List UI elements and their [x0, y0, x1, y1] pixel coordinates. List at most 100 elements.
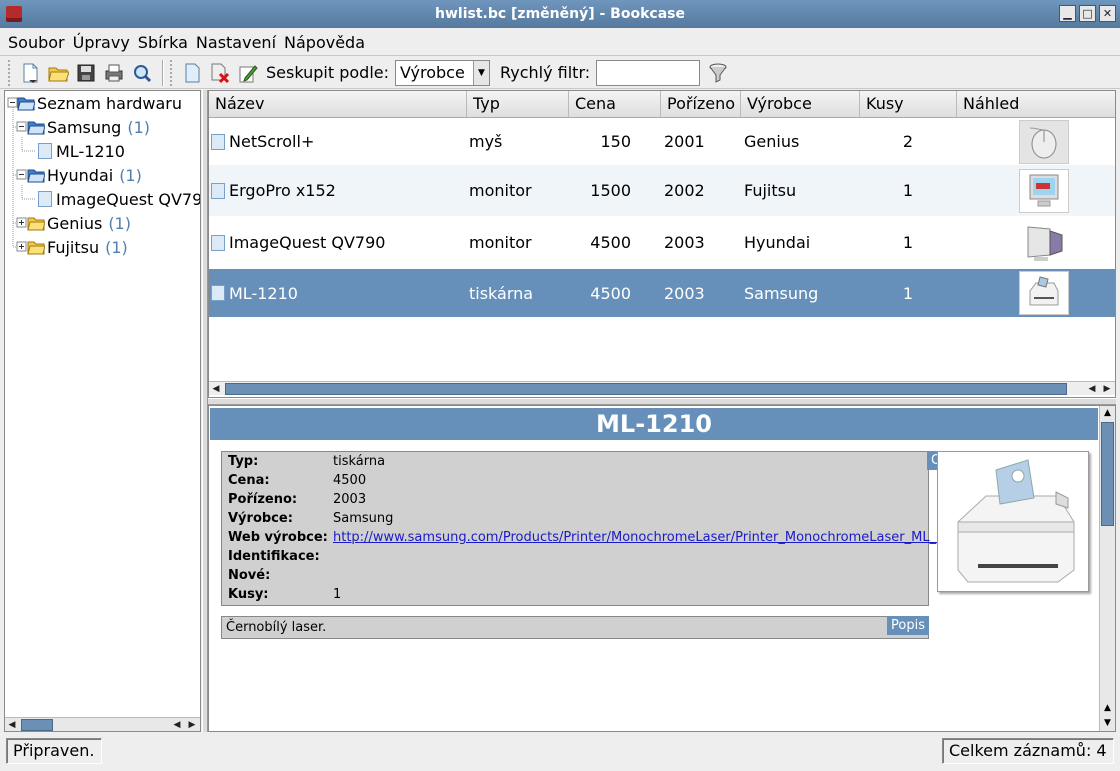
- tree-item-label: ML-1210: [56, 141, 125, 161]
- tree-group-hyundai[interactable]: Hyundai (1): [27, 163, 142, 187]
- table-header: Název Typ Cena Pořízeno Výrobce Kusy Náh…: [209, 91, 1115, 118]
- scroll-up-arrow[interactable]: ▲: [1100, 701, 1115, 715]
- scroll-down-arrow[interactable]: ▼: [1100, 716, 1115, 730]
- column-header-nazev[interactable]: Název: [209, 91, 467, 117]
- cell-thumbnail: [1019, 269, 1069, 317]
- toolbar-grip[interactable]: [8, 59, 12, 86]
- cell-maker: Hyundai: [744, 233, 811, 252]
- delete-entry-button[interactable]: [206, 60, 234, 86]
- tree-group-genius[interactable]: Genius (1): [27, 211, 131, 235]
- scroll-thumb[interactable]: [1101, 422, 1114, 526]
- scroll-right-arrow[interactable]: ▶: [185, 718, 199, 731]
- scroll-left-arrow[interactable]: ◀: [170, 718, 184, 731]
- new-entry-button[interactable]: [178, 60, 206, 86]
- save-button[interactable]: [72, 60, 100, 86]
- column-header-cena[interactable]: Cena: [569, 91, 661, 117]
- tree-item-label: ImageQuest QV790: [56, 189, 201, 209]
- detail-title: ML-1210: [210, 408, 1098, 440]
- search-magnifier-icon: [134, 64, 152, 82]
- tree-horizontal-scrollbar[interactable]: ◀ ◀ ▶: [5, 717, 200, 731]
- tree-group-fujitsu[interactable]: Fujitsu (1): [27, 235, 128, 259]
- description-section-tag: Popis: [887, 616, 929, 635]
- chevron-down-icon[interactable]: ▼: [473, 60, 489, 85]
- product-photo: [937, 451, 1089, 592]
- cell-type: monitor: [469, 181, 532, 200]
- scroll-thumb[interactable]: [225, 383, 1067, 395]
- field-row: Výrobce: Samsung: [228, 511, 394, 526]
- tree-group-count: (1): [119, 165, 142, 185]
- table-row-selected[interactable]: ML-1210 tiskárna 4500 2003 Samsung 1: [209, 269, 1115, 317]
- print-button[interactable]: [100, 60, 128, 86]
- cell-price: 4500: [590, 233, 631, 252]
- column-header-porizeno[interactable]: Pořízeno: [661, 91, 741, 117]
- table-row[interactable]: ErgoPro x152 monitor 1500 2002 Fujitsu 1: [209, 165, 1115, 216]
- scroll-up-arrow[interactable]: ▲: [1100, 406, 1115, 420]
- tree-group-label: Genius: [47, 213, 103, 233]
- printer-icon: [105, 64, 123, 81]
- manufacturer-web-link[interactable]: http://www.samsung.com/Products/Printer/…: [333, 530, 961, 545]
- horizontal-splitter[interactable]: [208, 398, 1116, 405]
- quick-filter-input[interactable]: [596, 59, 701, 86]
- menu-upravy[interactable]: Úpravy: [69, 33, 134, 52]
- delete-entry-icon: [211, 63, 230, 83]
- column-header-nahled[interactable]: Náhled: [957, 91, 1115, 117]
- scroll-left-arrow[interactable]: ◀: [1085, 382, 1099, 396]
- cell-price: 4500: [590, 283, 631, 303]
- group-by-select[interactable]: Výrobce ▼: [395, 59, 490, 86]
- toolbar: Seskupit podle: Výrobce ▼ Rychlý filtr:: [0, 57, 1120, 89]
- menu-nastaveni[interactable]: Nastavení: [192, 33, 280, 52]
- tree-item-ml-1210[interactable]: ML-1210: [38, 139, 125, 163]
- quick-filter-label: Rychlý filtr:: [500, 63, 591, 82]
- bookcase-app-icon[interactable]: [6, 6, 22, 22]
- document-icon: [211, 234, 225, 251]
- table-horizontal-scrollbar[interactable]: ◀ ◀ ▶: [209, 381, 1115, 395]
- field-row: Typ: tiskárna: [228, 454, 386, 469]
- edit-pencil-icon: [239, 64, 258, 82]
- edit-entry-button[interactable]: [234, 60, 262, 86]
- save-disk-icon: [77, 64, 95, 81]
- menu-soubor[interactable]: Soubor: [4, 33, 69, 52]
- scroll-left-arrow[interactable]: ◀: [5, 718, 19, 731]
- record-count: Celkem záznamů: 4: [942, 738, 1114, 764]
- filter-button[interactable]: [704, 60, 732, 86]
- cell-qty: 2: [902, 132, 913, 151]
- cell-name: NetScroll+: [211, 118, 314, 165]
- maximize-button[interactable]: □: [1079, 5, 1096, 22]
- cell-price: 150: [600, 132, 631, 151]
- table-row[interactable]: ImageQuest QV790 monitor 4500 2003 Hyund…: [209, 216, 1115, 269]
- field-row: Web výrobce: http://www.samsung.com/Produ…: [228, 530, 961, 545]
- close-button[interactable]: ✕: [1099, 5, 1116, 22]
- toolbar-grip-2[interactable]: [170, 59, 174, 86]
- tree-group-label: Hyundai: [47, 165, 114, 185]
- cell-year: 2003: [664, 233, 705, 252]
- table-row[interactable]: NetScroll+ myš 150 2001 Genius 2: [209, 118, 1115, 165]
- tree-group-label: Samsung: [47, 117, 122, 137]
- detail-vertical-scrollbar[interactable]: ▲ ▲ ▼: [1099, 406, 1115, 731]
- open-folder-icon: [27, 121, 45, 135]
- new-document-button[interactable]: [16, 60, 44, 86]
- group-tree[interactable]: Seznam hardwaru Samsung (1) ML-1210 Hyun…: [4, 90, 201, 732]
- open-button[interactable]: [44, 60, 72, 86]
- column-header-typ[interactable]: Typ: [467, 91, 569, 117]
- open-folder-icon: [48, 67, 69, 81]
- menu-sbirka[interactable]: Sbírka: [134, 33, 192, 52]
- tree-root-label: Seznam hardwaru: [37, 93, 183, 113]
- search-button[interactable]: [128, 60, 156, 86]
- column-header-vyrobce[interactable]: Výrobce: [741, 91, 860, 117]
- tree-group-count: (1): [108, 213, 131, 233]
- menu-napoveda[interactable]: Nápověda: [280, 33, 369, 52]
- scroll-left-arrow[interactable]: ◀: [209, 382, 223, 396]
- column-header-kusy[interactable]: Kusy: [860, 91, 957, 117]
- minimize-button[interactable]: ▁: [1059, 5, 1076, 22]
- funnel-filter-icon: [709, 63, 727, 83]
- entry-table[interactable]: Název Typ Cena Pořízeno Výrobce Kusy Náh…: [208, 90, 1116, 398]
- scroll-right-arrow[interactable]: ▶: [1100, 382, 1114, 396]
- scroll-thumb[interactable]: [21, 719, 53, 731]
- tree-root[interactable]: Seznam hardwaru: [17, 91, 182, 115]
- field-row: Identifikace:: [228, 549, 320, 564]
- printer-thumbnail-icon: [1019, 271, 1069, 315]
- tree-item-imagequest[interactable]: ImageQuest QV790: [38, 187, 201, 211]
- group-by-value: Výrobce: [400, 63, 465, 82]
- new-entry-icon: [185, 63, 200, 82]
- tree-group-samsung[interactable]: Samsung (1): [27, 115, 150, 139]
